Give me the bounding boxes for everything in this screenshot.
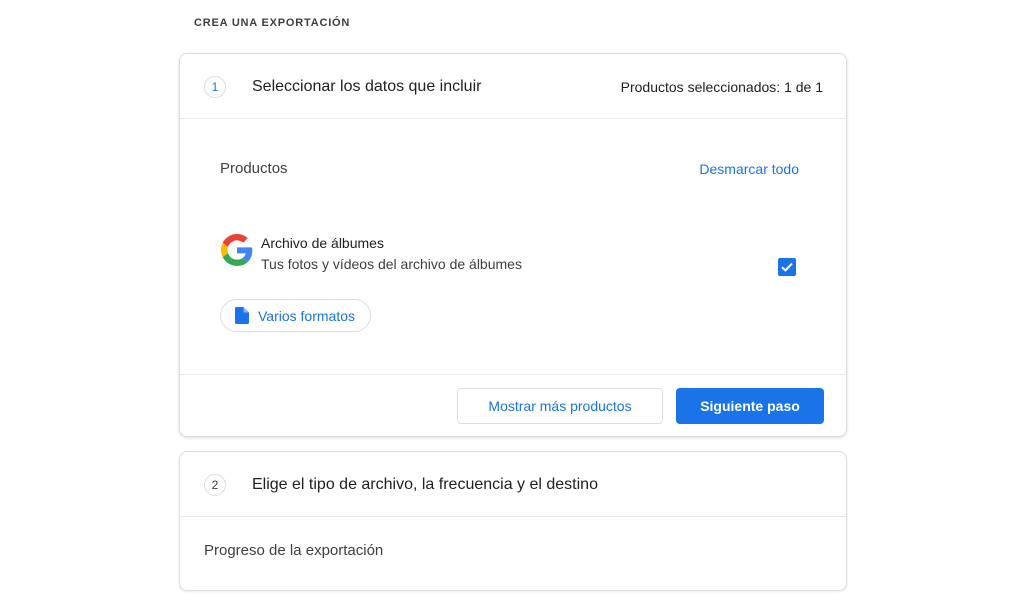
file-icon — [235, 307, 249, 324]
product-description: Tus fotos y vídeos del archivo de álbume… — [261, 256, 522, 272]
product-checkbox[interactable] — [778, 258, 796, 276]
step1-title: Seleccionar los datos que incluir — [252, 78, 482, 95]
formats-chip-label: Varios formatos — [258, 307, 355, 324]
step2-card: 2 Elige el tipo de archivo, la frecuenci… — [179, 451, 847, 591]
products-label: Productos — [220, 160, 288, 177]
export-progress-section: Progreso de la exportación — [180, 517, 846, 597]
product-row: Archivo de álbumes Tus fotos y vídeos de… — [220, 234, 810, 284]
show-more-products-button[interactable]: Mostrar más productos — [457, 388, 663, 424]
step1-footer: Mostrar más productos Siguiente paso — [180, 374, 846, 436]
step1-number: 1 — [204, 76, 226, 98]
step2-header[interactable]: 2 Elige el tipo de archivo, la frecuenci… — [180, 452, 846, 517]
export-progress-label: Progreso de la exportación — [204, 542, 384, 559]
step1-card: 1 Seleccionar los datos que incluir Prod… — [179, 53, 847, 437]
step1-header[interactable]: 1 Seleccionar los datos que incluir Prod… — [180, 54, 846, 119]
selected-products-count: Productos seleccionados: 1 de 1 — [620, 79, 823, 95]
deselect-all-link[interactable]: Desmarcar todo — [699, 159, 799, 179]
formats-chip[interactable]: Varios formatos — [220, 299, 371, 332]
step2-number: 2 — [204, 474, 226, 496]
step2-title: Elige el tipo de archivo, la frecuencia … — [252, 476, 598, 493]
product-name: Archivo de álbumes — [261, 235, 384, 251]
next-step-button[interactable]: Siguiente paso — [676, 388, 824, 424]
check-icon — [781, 262, 793, 272]
google-g-icon — [221, 234, 253, 266]
page-heading: CREA UNA EXPORTACIÓN — [194, 17, 351, 29]
